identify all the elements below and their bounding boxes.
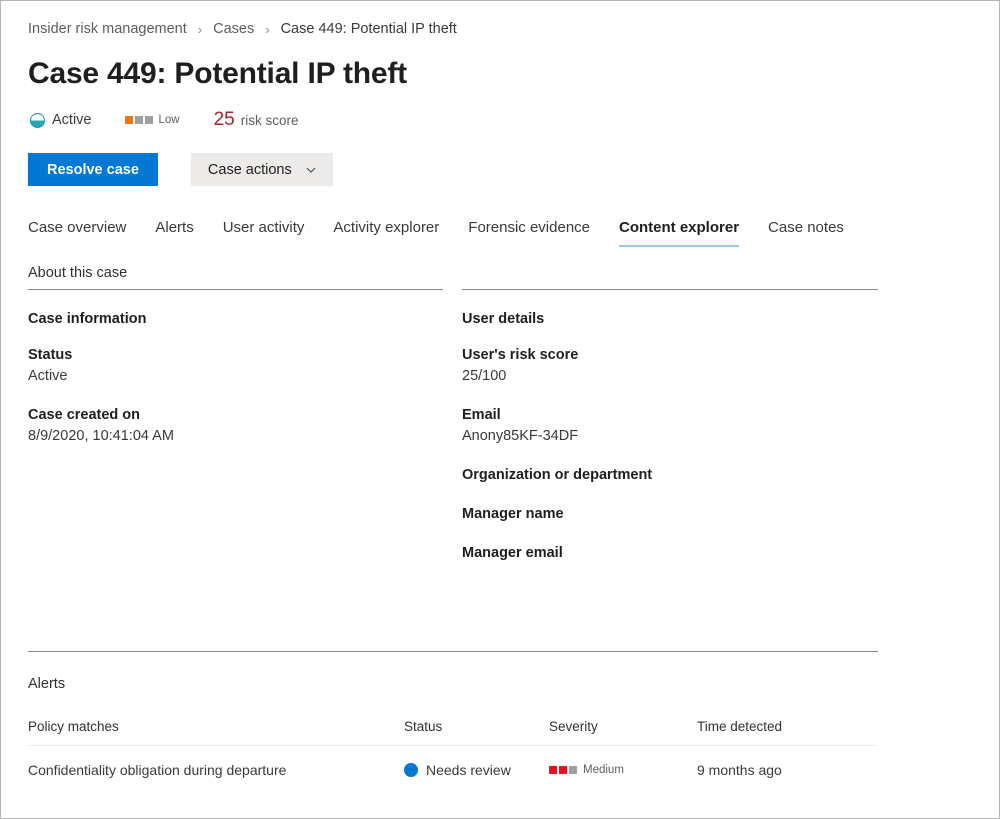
chevron-down-icon [306, 167, 316, 173]
filled-circle-icon [404, 763, 418, 777]
column-header-policy-matches[interactable]: Policy matches [28, 719, 404, 734]
breadcrumb-item-current-case[interactable]: Case 449: Potential IP theft [281, 21, 457, 37]
breadcrumb: Insider risk management › Cases › Case 4… [1, 1, 999, 37]
tab-alerts[interactable]: Alerts [155, 219, 193, 247]
field-email: Email Anony85KF-34DF [462, 405, 877, 447]
breadcrumb-item-insider-risk-management[interactable]: Insider risk management [28, 21, 187, 37]
field-manager-name-label: Manager name [462, 506, 564, 523]
breadcrumb-separator-icon: › [265, 21, 270, 37]
case-detail-page: Insider risk management › Cases › Case 4… [0, 0, 1000, 819]
field-status-value: Active [28, 368, 68, 385]
field-manager-name: Manager name [462, 504, 877, 525]
alerts-table-header: Policy matches Status Severity Time dete… [28, 719, 878, 746]
field-email-value: Anony85KF-34DF [462, 428, 579, 445]
case-severity-badge: Low [124, 114, 180, 126]
field-case-created-on-value: 8/9/2020, 10:41:04 AM [28, 428, 174, 445]
field-manager-email-label: Manager email [462, 545, 563, 562]
tab-user-activity[interactable]: User activity [223, 219, 305, 247]
column-header-status[interactable]: Status [404, 719, 549, 734]
column-header-severity[interactable]: Severity [549, 719, 697, 734]
about-columns: Case information Status Active Case crea… [28, 290, 878, 564]
tab-activity-explorer[interactable]: Activity explorer [333, 219, 439, 247]
cell-status: Needs review [404, 762, 549, 778]
resolve-case-button[interactable]: Resolve case [28, 153, 158, 186]
breadcrumb-separator-icon: › [197, 21, 203, 37]
tab-content-explorer[interactable]: Content explorer [619, 219, 740, 247]
case-actions-button[interactable]: Case actions [190, 153, 333, 186]
tab-case-overview[interactable]: Case overview [28, 219, 126, 247]
status-badge-label: Active [52, 112, 92, 128]
field-organization-or-department: Organization or department [462, 465, 877, 486]
cell-time-detected: 9 months ago [697, 762, 782, 778]
field-email-label: Email [462, 407, 501, 424]
field-case-created-on: Case created on 8/9/2020, 10:41:04 AM [28, 405, 443, 447]
breadcrumb-item-cases[interactable]: Cases [213, 21, 254, 37]
field-users-risk-score-label: User's risk score [462, 347, 579, 363]
about-divider-gap [443, 289, 462, 290]
case-information-heading: Case information [28, 311, 147, 327]
status-badge: Active [30, 112, 92, 128]
case-information-column: Case information Status Active Case crea… [28, 290, 443, 564]
field-status: Status Active [28, 345, 443, 387]
page-title: Case 449: Potential IP theft [28, 57, 407, 90]
alerts-section: Alerts Policy matches Status Severity Ti… [28, 651, 878, 778]
field-organization-or-department-label: Organization or department [462, 467, 653, 484]
user-details-heading: User details [462, 311, 545, 327]
field-users-risk-score-value: 25/100 [462, 368, 507, 385]
severity-squares-icon [549, 766, 577, 774]
field-status-label: Status [28, 347, 73, 363]
table-row[interactable]: Confidentiality obligation during depart… [28, 746, 878, 778]
alerts-section-divider [28, 651, 878, 652]
risk-score-badge: 25 risk score [214, 109, 299, 131]
case-actions-label: Case actions [207, 161, 292, 178]
cell-status-label: Needs review [426, 762, 511, 778]
tab-forensic-evidence[interactable]: Forensic evidence [468, 219, 590, 247]
about-this-case-heading: About this case [28, 265, 128, 281]
alerts-heading: Alerts [28, 676, 66, 692]
user-details-column: User details User's risk score 25/100 Em… [462, 290, 877, 564]
cell-severity: Medium [549, 764, 697, 776]
case-severity-label: Low [158, 114, 180, 126]
field-users-risk-score: User's risk score 25/100 [462, 345, 877, 387]
field-case-created-on-label: Case created on [28, 407, 141, 424]
risk-score-label: risk score [240, 113, 299, 128]
alerts-table: Policy matches Status Severity Time dete… [28, 719, 878, 778]
cell-policy-matches: Confidentiality obligation during depart… [28, 762, 287, 778]
field-manager-email: Manager email [462, 543, 877, 564]
case-toolbar: Resolve case Case actions [28, 153, 999, 186]
case-tabs: Case overview Alerts User activity Activ… [28, 211, 999, 247]
cell-severity-label: Medium [583, 764, 624, 776]
severity-squares-icon [124, 116, 153, 124]
about-this-case-section: About this case Case information Status … [28, 265, 878, 564]
case-status-row: Active Low 25 risk score [30, 109, 999, 131]
risk-score-value: 25 [213, 109, 235, 130]
half-filled-circle-icon [30, 112, 45, 128]
column-header-time-detected[interactable]: Time detected [697, 719, 878, 734]
tab-case-notes[interactable]: Case notes [768, 219, 844, 247]
